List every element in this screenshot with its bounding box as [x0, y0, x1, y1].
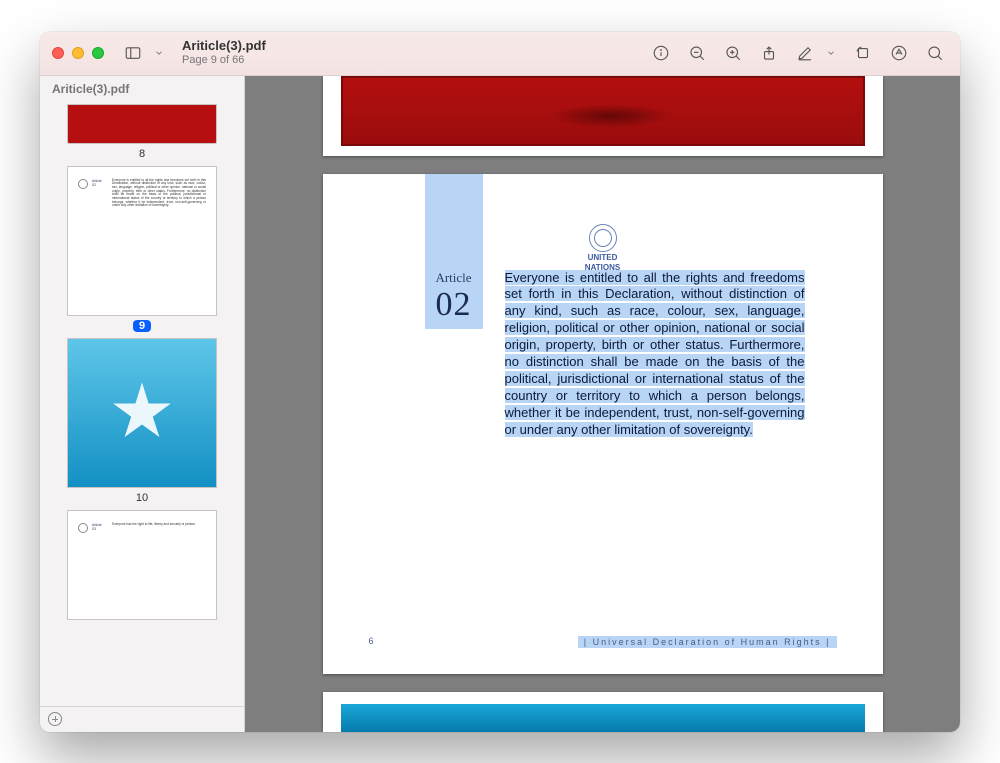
- minimize-window-button[interactable]: [72, 47, 84, 59]
- page-8-artwork: [341, 76, 865, 146]
- search-button[interactable]: [922, 42, 948, 64]
- share-button[interactable]: [756, 42, 782, 64]
- thumb-article-body: Everyone has the right to life, liberty …: [112, 523, 206, 527]
- article-number: 02: [436, 286, 472, 324]
- footer-page-number: 6: [369, 636, 374, 648]
- article-body[interactable]: Everyone is entitled to all the rights a…: [505, 270, 805, 439]
- zoom-window-button[interactable]: [92, 47, 104, 59]
- thumb-article-num: 02: [92, 183, 108, 187]
- thumb-page-number: 9: [133, 320, 151, 332]
- thumb-article-num: 03: [92, 527, 108, 531]
- view-menu-chevron[interactable]: [150, 46, 168, 60]
- footer-title: | Universal Declaration of Human Rights …: [578, 636, 837, 648]
- page-8-partial[interactable]: [323, 76, 883, 156]
- pdf-viewport[interactable]: UNITED NATIONS Article 02 Everyone is en…: [245, 76, 960, 732]
- preview-window: Ariticle(3).pdf Page 9 of 66: [40, 32, 960, 732]
- un-text-1: UNITED: [588, 254, 618, 262]
- article-number-column: Article 02: [425, 174, 483, 329]
- thumb-image: Article 02 Everyone is entitled to all t…: [67, 166, 217, 316]
- page-indicator: Page 9 of 66: [182, 54, 266, 67]
- rotate-button[interactable]: [850, 42, 876, 64]
- thumb-article-body: Everyone is entitled to all the rights a…: [112, 179, 206, 208]
- window-controls: [52, 47, 104, 59]
- info-button[interactable]: [648, 42, 674, 64]
- article-label: Article: [435, 270, 471, 286]
- thumb-image: [67, 104, 217, 144]
- highlight-button[interactable]: [886, 42, 912, 64]
- thumbnail-page-9[interactable]: Article 02 Everyone is entitled to all t…: [67, 166, 217, 332]
- markup-menu-chevron[interactable]: [822, 46, 840, 60]
- markup-button[interactable]: [792, 42, 818, 64]
- content-area: Ariticle(3).pdf 8 Article: [40, 76, 960, 732]
- sidebar-footer: [40, 706, 244, 732]
- sidebar-doc-name: Ariticle(3).pdf: [40, 76, 244, 100]
- zoom-out-button[interactable]: [684, 42, 710, 64]
- thumb-page-number: 10: [136, 492, 148, 504]
- title-group: Ariticle(3).pdf Page 9 of 66: [182, 39, 266, 67]
- sidebar-toggle-button[interactable]: [120, 42, 146, 64]
- thumbnail-page-8[interactable]: 8: [67, 104, 217, 160]
- page-10-artwork: [341, 704, 865, 732]
- page-10-partial[interactable]: [323, 692, 883, 732]
- close-window-button[interactable]: [52, 47, 64, 59]
- titlebar: Ariticle(3).pdf Page 9 of 66: [40, 32, 960, 76]
- add-page-button[interactable]: [48, 712, 62, 726]
- thumbnail-page-11[interactable]: Article 03 Everyone has the right to lif…: [67, 510, 217, 620]
- article-body-text: Everyone is entitled to all the rights a…: [505, 270, 805, 437]
- zoom-in-button[interactable]: [720, 42, 746, 64]
- page-footer: 6 | Universal Declaration of Human Right…: [369, 636, 837, 648]
- thumb-image: Article 03 Everyone has the right to lif…: [67, 510, 217, 620]
- thumbnail-sidebar: Ariticle(3).pdf 8 Article: [40, 76, 245, 732]
- thumb-page-number: 8: [139, 148, 145, 160]
- thumbnail-list[interactable]: 8 Article 02 Ever: [40, 100, 244, 706]
- thumb-image: [67, 338, 217, 488]
- page-9[interactable]: UNITED NATIONS Article 02 Everyone is en…: [323, 174, 883, 674]
- un-logo-icon: [589, 224, 617, 252]
- document-title: Ariticle(3).pdf: [182, 39, 266, 54]
- thumbnail-page-10[interactable]: 10: [67, 338, 217, 504]
